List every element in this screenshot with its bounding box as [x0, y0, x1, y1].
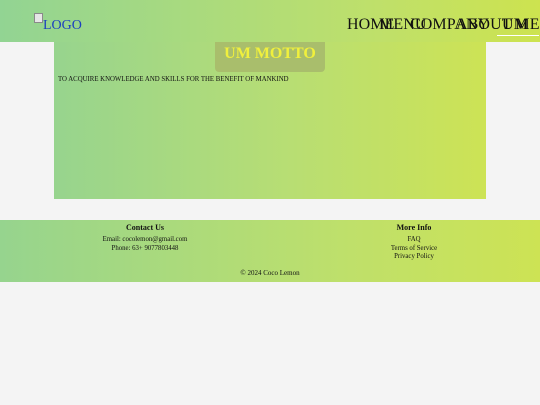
logo-alt-text: LOGO [43, 18, 82, 33]
motto-text: TO ACQUIRE KNOWLEDGE AND SKILLS FOR THE … [58, 76, 289, 83]
motto-title-box: UM MOTTO [215, 42, 325, 72]
more-info-section: More Info FAQ Terms of Service Privacy P… [354, 223, 474, 262]
contact-email: Email: cocolemon@gmail.com [102, 236, 188, 244]
site-footer: Contact Us Email: cocolemon@gmail.com Ph… [0, 220, 540, 282]
privacy-link[interactable]: Privacy Policy [354, 253, 474, 261]
logo-link[interactable]: LOGO [34, 13, 82, 35]
site-header: LOGO HOME MENU COMPANY ABOUT ME UM [0, 0, 540, 42]
faq-link[interactable]: FAQ [354, 236, 474, 244]
contact-heading: Contact Us [126, 223, 164, 232]
more-info-heading: More Info [396, 223, 432, 232]
motto-section: UM MOTTO TO ACQUIRE KNOWLEDGE AND SKILLS… [54, 42, 486, 199]
page-title: UM MOTTO [224, 45, 316, 62]
contact-phone: Phone: 63+ 9077803448 [111, 244, 179, 252]
broken-image-icon [34, 13, 43, 23]
terms-link[interactable]: Terms of Service [354, 245, 474, 253]
copyright: © 2024 Coco Lemon [240, 269, 300, 277]
contact-section: Contact Us Email: cocolemon@gmail.com Ph… [85, 223, 205, 253]
nav-um[interactable]: UM [497, 16, 539, 36]
